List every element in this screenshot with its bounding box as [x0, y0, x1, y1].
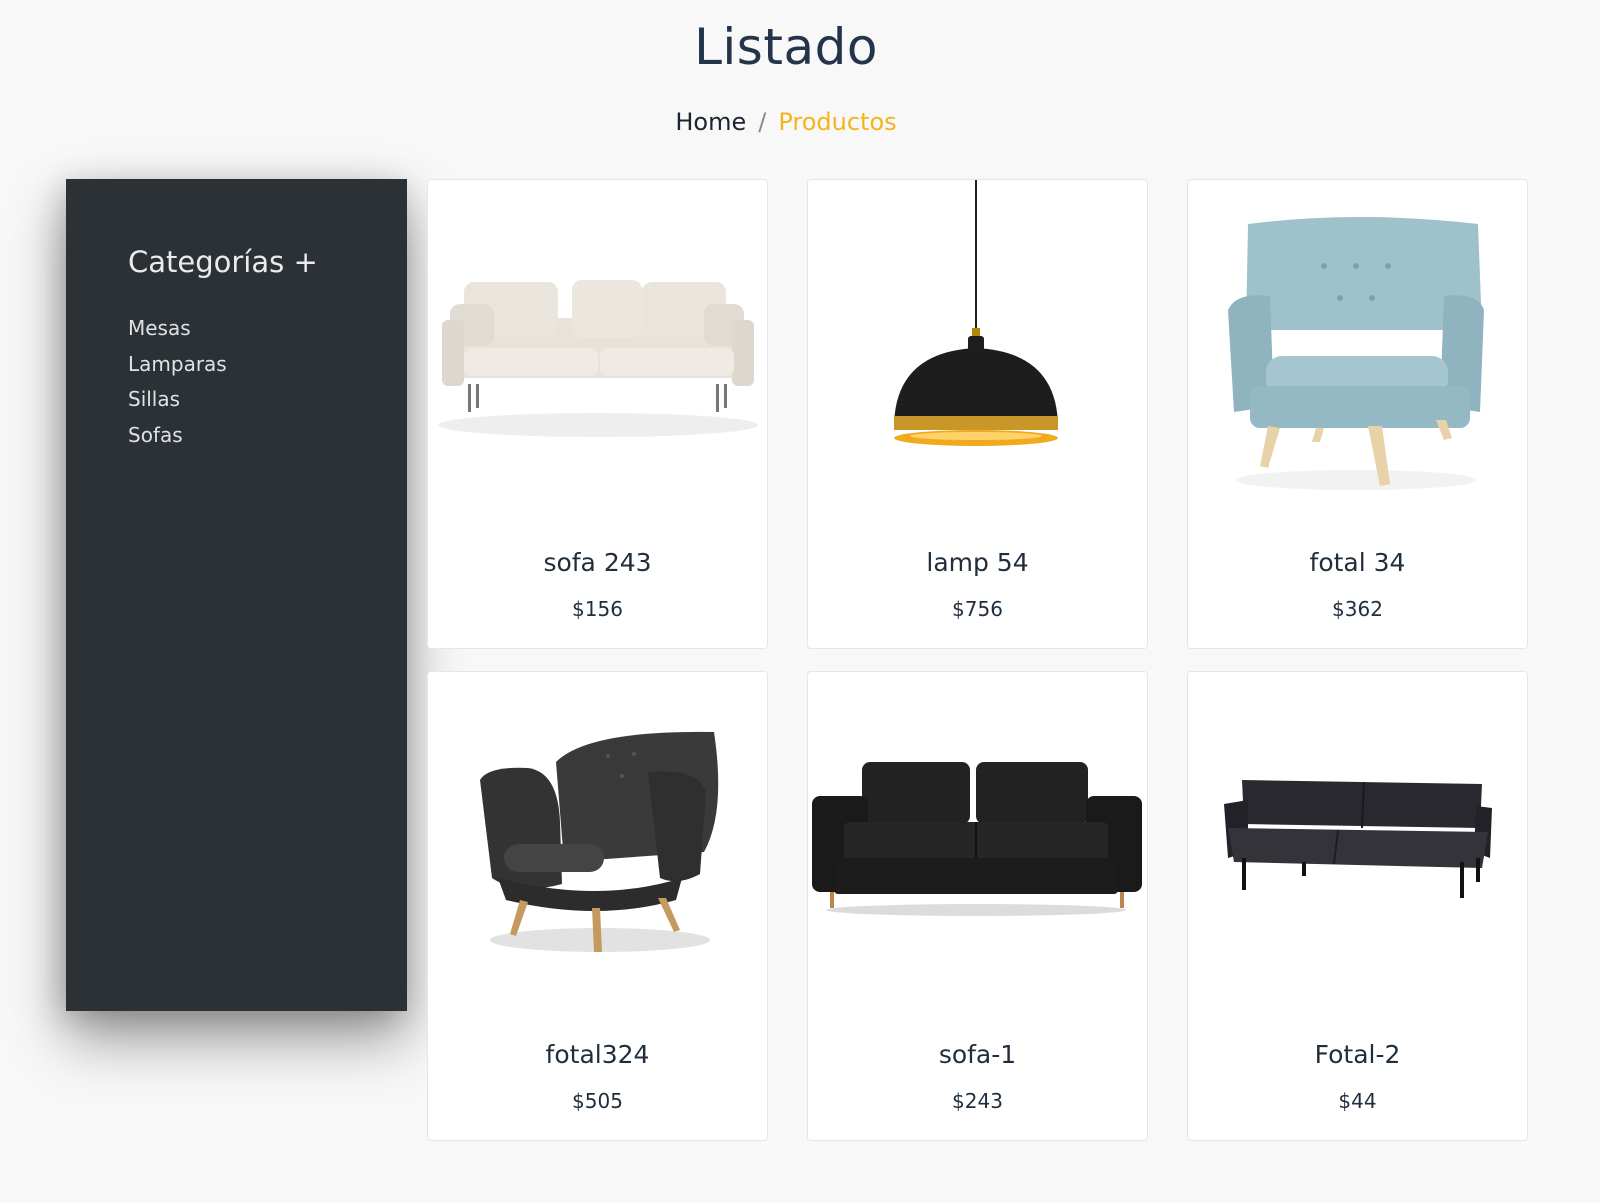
category-item-sofas[interactable]: Sofas: [128, 418, 407, 454]
dark-armchair-image: [480, 731, 719, 952]
product-price: $362: [1332, 597, 1383, 621]
product-card[interactable]: lamp 54 $756: [807, 179, 1148, 649]
categories-toggle[interactable]: Categorías +: [128, 245, 407, 279]
category-item-mesas[interactable]: Mesas: [128, 311, 407, 347]
product-image[interactable]: [1188, 672, 1527, 1002]
product-card[interactable]: Fotal-2 $44: [1187, 671, 1528, 1141]
product-name[interactable]: fotal 34: [1188, 548, 1527, 577]
product-image[interactable]: [808, 180, 1147, 510]
cream-sofa-image: [438, 280, 758, 437]
product-grid: sofa 243 $156 lamp 54 $756 fotal 34 $362…: [427, 179, 1528, 1141]
product-card[interactable]: sofa 243 $156: [427, 179, 768, 649]
page-title: Listado: [694, 18, 878, 76]
pendant-lamp-image: [894, 180, 1058, 446]
product-name[interactable]: sofa 243: [428, 548, 767, 577]
product-image[interactable]: [808, 672, 1147, 1002]
product-image[interactable]: [428, 180, 767, 510]
category-item-lamparas[interactable]: Lamparas: [128, 347, 407, 383]
product-price: $756: [952, 597, 1003, 621]
product-card[interactable]: fotal324 $505: [427, 671, 768, 1141]
product-name[interactable]: fotal324: [428, 1040, 767, 1069]
product-card[interactable]: fotal 34 $362: [1187, 179, 1528, 649]
category-sidebar: Categorías + Mesas Lamparas Sillas Sofas: [66, 179, 407, 1011]
product-image[interactable]: [1188, 180, 1527, 510]
blue-armchair-image: [1228, 217, 1484, 490]
futon-sofa-image: [1224, 780, 1492, 898]
product-name[interactable]: sofa-1: [808, 1040, 1147, 1069]
product-price: $505: [572, 1089, 623, 1113]
product-name[interactable]: Fotal-2: [1188, 1040, 1527, 1069]
product-card[interactable]: sofa-1 $243: [807, 671, 1148, 1141]
product-price: $243: [952, 1089, 1003, 1113]
breadcrumb-current: Productos: [778, 108, 897, 136]
product-price: $44: [1338, 1089, 1377, 1113]
product-image[interactable]: [428, 672, 767, 1002]
product-name[interactable]: lamp 54: [808, 548, 1147, 577]
category-list: Mesas Lamparas Sillas Sofas: [128, 311, 407, 453]
black-sofa-image: [812, 762, 1142, 916]
page: Listado Home / Productos Categorías + Me…: [0, 0, 1600, 1203]
breadcrumb: Home / Productos: [0, 108, 1572, 136]
breadcrumb-separator: /: [758, 108, 767, 136]
breadcrumb-home-link[interactable]: Home: [675, 108, 746, 136]
product-price: $156: [572, 597, 623, 621]
category-item-sillas[interactable]: Sillas: [128, 382, 407, 418]
